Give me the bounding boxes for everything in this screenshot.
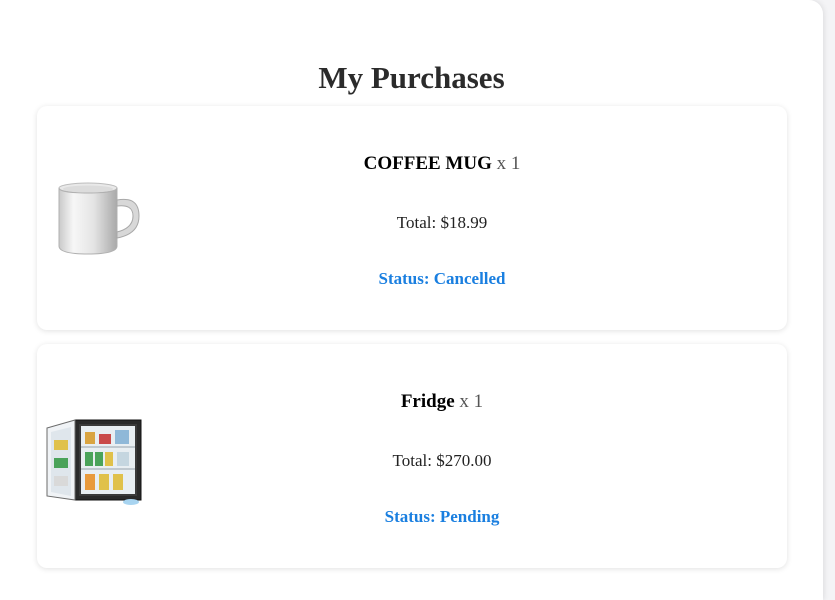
purchase-status: Status: Cancelled bbox=[378, 269, 506, 288]
purchase-card: COFFEE MUG x 1 Total: $18.99 Status: Can… bbox=[37, 106, 787, 330]
purchase-total: Total: $270.00 bbox=[392, 451, 492, 470]
purchase-card: Fridge x 1 Total: $270.00 Status: Pendin… bbox=[37, 344, 787, 568]
product-quantity: x 1 bbox=[496, 153, 521, 174]
page-title: My Purchases bbox=[318, 60, 505, 95]
purchase-info: COFFEE MUG x 1 Total: $18.99 Status: Can… bbox=[97, 106, 787, 330]
purchases-panel: My Purchases COFFEE MUG x 1 Total: $18.9… bbox=[0, 0, 823, 600]
product-name: COFFEE MUG bbox=[363, 153, 492, 174]
product-name-row: COFFEE MUG x 1 bbox=[97, 152, 787, 176]
purchase-total: Total: $18.99 bbox=[396, 213, 488, 232]
product-quantity: x 1 bbox=[459, 391, 484, 412]
purchase-status: Status: Pending bbox=[384, 507, 500, 526]
product-name: Fridge bbox=[400, 391, 455, 412]
product-name-row: Fridge x 1 bbox=[97, 390, 787, 414]
purchase-info: Fridge x 1 Total: $270.00 Status: Pendin… bbox=[97, 344, 787, 568]
